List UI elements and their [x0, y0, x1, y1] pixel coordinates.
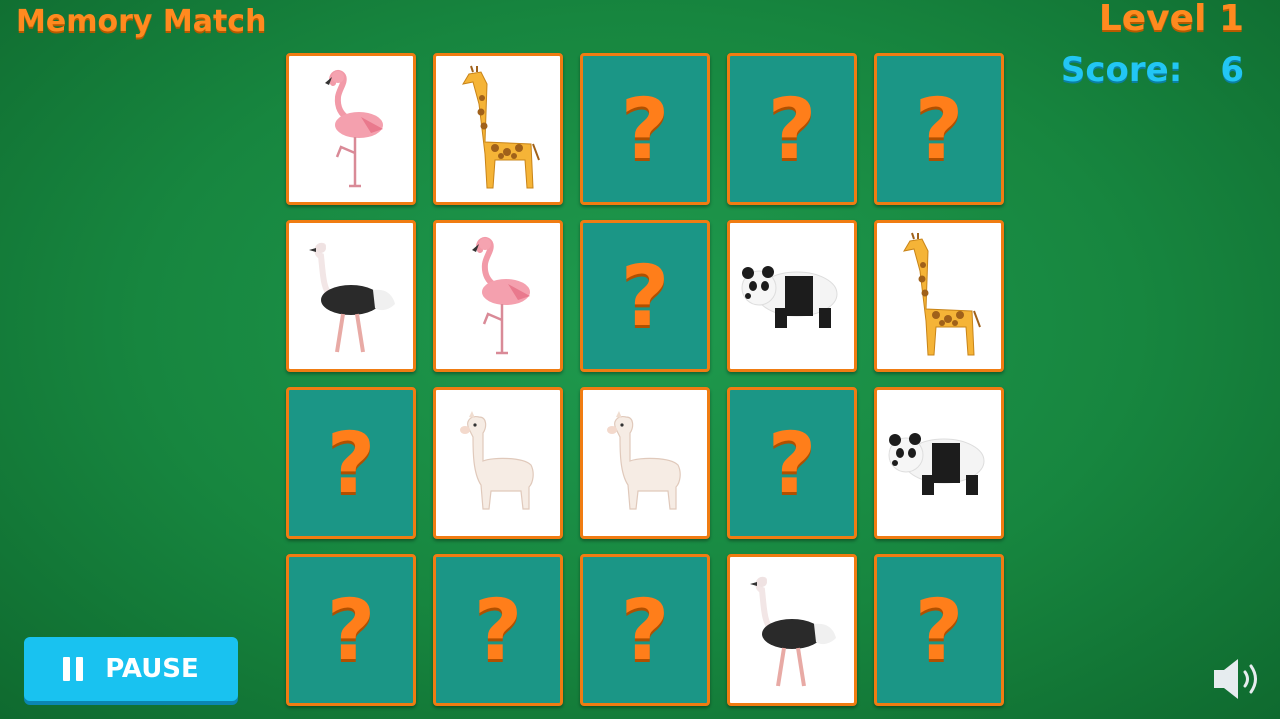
giraffe-icon: [892, 231, 987, 361]
card-ostrich[interactable]: [727, 554, 857, 706]
question-mark-icon: ?: [767, 80, 817, 178]
card-llama[interactable]: [433, 387, 563, 539]
question-mark-icon: ?: [914, 581, 964, 679]
card-face-down[interactable]: ?: [874, 53, 1004, 205]
question-mark-icon: ?: [620, 80, 670, 178]
card-face-down[interactable]: ?: [727, 53, 857, 205]
game-title: Memory Match: [16, 4, 267, 39]
card-face-down[interactable]: ?: [727, 387, 857, 539]
score-value: 6: [1220, 50, 1244, 90]
ostrich-icon: [301, 234, 401, 359]
flamingo-icon: [458, 234, 538, 359]
llama-icon: [453, 410, 543, 516]
card-face-down[interactable]: ?: [433, 554, 563, 706]
score-display: Score: 6: [1061, 50, 1244, 90]
card-grid: ??? ? ? ? ? ? ? ?: [286, 53, 1004, 706]
flamingo-icon: [311, 67, 391, 192]
card-flamingo[interactable]: [433, 220, 563, 372]
card-ostrich[interactable]: [286, 220, 416, 372]
question-mark-icon: ?: [620, 581, 670, 679]
panda-icon: [735, 256, 850, 336]
pause-button[interactable]: PAUSE: [24, 637, 238, 701]
card-face-down[interactable]: ?: [580, 53, 710, 205]
card-face-down[interactable]: ?: [580, 220, 710, 372]
card-panda[interactable]: [874, 387, 1004, 539]
card-giraffe[interactable]: [433, 53, 563, 205]
card-face-down[interactable]: ?: [286, 387, 416, 539]
pause-button-label: PAUSE: [105, 654, 199, 684]
card-face-down[interactable]: ?: [874, 554, 1004, 706]
card-flamingo[interactable]: [286, 53, 416, 205]
question-mark-icon: ?: [767, 414, 817, 512]
level-label: Level 1: [1098, 0, 1244, 39]
card-panda[interactable]: [727, 220, 857, 372]
score-label: Score:: [1060, 50, 1183, 90]
ostrich-icon: [742, 568, 842, 693]
question-mark-icon: ?: [326, 581, 376, 679]
card-face-down[interactable]: ?: [580, 554, 710, 706]
card-llama[interactable]: [580, 387, 710, 539]
question-mark-icon: ?: [473, 581, 523, 679]
question-mark-icon: ?: [620, 247, 670, 345]
card-giraffe[interactable]: [874, 220, 1004, 372]
pause-icon: [63, 657, 84, 681]
giraffe-icon: [451, 64, 546, 194]
llama-icon: [600, 410, 690, 516]
panda-icon: [882, 423, 997, 503]
question-mark-icon: ?: [914, 80, 964, 178]
card-face-down[interactable]: ?: [286, 554, 416, 706]
speaker-icon[interactable]: [1210, 654, 1270, 704]
question-mark-icon: ?: [326, 414, 376, 512]
